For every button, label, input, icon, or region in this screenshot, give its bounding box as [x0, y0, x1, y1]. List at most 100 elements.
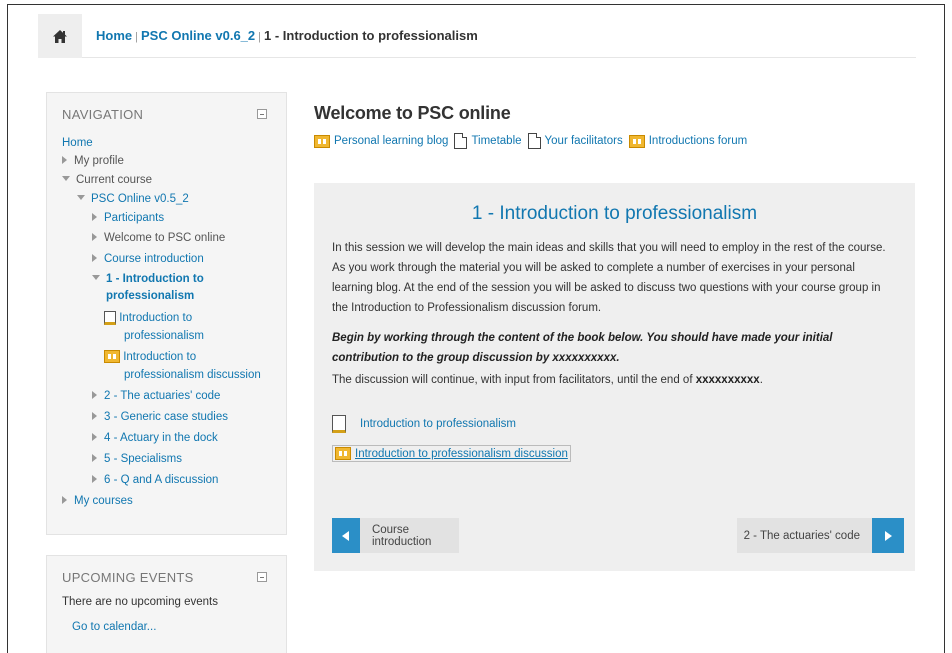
nav-item-forum[interactable]: Introduction to	[104, 349, 196, 365]
home-icon[interactable]	[38, 14, 82, 58]
upcoming-events-block: UPCOMING EVENTS There are no upcoming ev…	[46, 555, 287, 653]
activity-introductions-forum[interactable]: Introductions forum	[628, 134, 747, 148]
nav-item-my-courses[interactable]: My courses	[62, 493, 133, 509]
collapse-navigation-icon[interactable]	[257, 109, 267, 119]
activity-facilitators[interactable]: Your facilitators	[527, 133, 623, 149]
breadcrumb-separator: |	[258, 31, 262, 43]
activity-personal-blog[interactable]: Personal learning blog	[314, 134, 448, 148]
nav-section-6-link[interactable]: 6 - Q and A discussion	[104, 474, 218, 486]
activity-label[interactable]: Timetable	[471, 135, 521, 147]
activity-label[interactable]: Introductions forum	[649, 135, 747, 147]
section-note-date: xxxxxxxxxx	[695, 374, 760, 386]
nav-forum-link[interactable]: Introduction to	[123, 351, 196, 363]
expand-arrow-icon	[62, 495, 67, 504]
forum-activity[interactable]: Introduction to professionalism discussi…	[332, 445, 571, 462]
nav-item-forum-cont[interactable]: professionalism discussion	[124, 367, 261, 383]
book-icon	[332, 415, 346, 433]
forum-icon	[628, 134, 645, 148]
nav-item-section-4[interactable]: 4 - Actuary in the dock	[92, 430, 218, 446]
nav-section-1-label-cont[interactable]: professionalism	[106, 290, 194, 302]
collapse-events-icon[interactable]	[257, 572, 267, 582]
breadcrumb: Home | PSC Online v0.6_2 | 1 - Introduction …	[96, 28, 478, 43]
expand-arrow-icon	[92, 474, 97, 483]
nav-item-course-intro[interactable]: Course introduction	[92, 251, 204, 267]
page-title: Welcome to PSC online	[314, 103, 511, 123]
breadcrumb-current: 1 - Introduction to professionalism	[264, 28, 478, 43]
page-icon	[527, 133, 541, 149]
course-section: 1 - Introduction to professionalism In t…	[314, 183, 915, 571]
breadcrumb-bar: Home | PSC Online v0.6_2 | 1 - Introduction …	[38, 14, 916, 58]
upcoming-events-title: UPCOMING EVENTS	[62, 570, 194, 585]
nav-item-current-course[interactable]: Current course	[62, 172, 152, 188]
activity-label[interactable]: Your facilitators	[545, 135, 623, 147]
section-summary: In this session we will develop the main…	[332, 242, 886, 314]
nav-course-link[interactable]: PSC Online v0.5_2	[91, 193, 189, 205]
activity-timetable[interactable]: Timetable	[454, 133, 522, 149]
nav-my-courses-link[interactable]: My courses	[74, 495, 133, 507]
expand-arrow-icon	[92, 453, 97, 462]
book-activity[interactable]: Introduction to professionalism	[332, 415, 516, 433]
arrow-right-icon	[872, 518, 904, 553]
collapse-arrow-icon	[92, 275, 100, 281]
section-note-end: .	[759, 374, 763, 386]
nav-section-5-link[interactable]: 5 - Specialisms	[104, 453, 182, 465]
previous-section-button[interactable]: Course introduction	[332, 518, 459, 553]
nav-home-link[interactable]: Home	[62, 137, 93, 149]
book-activity-link[interactable]: Introduction to professionalism	[360, 418, 516, 430]
nav-item-participants[interactable]: Participants	[92, 210, 164, 226]
nav-welcome-label: Welcome to PSC online	[104, 232, 226, 244]
section-instructions: Begin by working through the content of …	[332, 332, 833, 364]
nav-item-course[interactable]: PSC Online v0.5_2	[77, 191, 189, 207]
nav-forum-link-cont[interactable]: professionalism discussion	[124, 369, 261, 381]
nav-section-2-link[interactable]: 2 - The actuaries' code	[104, 390, 220, 402]
breadcrumb-separator: |	[135, 31, 138, 43]
section-title: 1 - Introduction to professionalism	[471, 203, 758, 224]
nav-book-link[interactable]: Introduction to	[119, 312, 192, 324]
nav-current-course-label: Current course	[76, 174, 153, 186]
nav-section-1-label[interactable]: 1 - Introduction to	[106, 273, 204, 285]
next-section-label: 2 - The actuaries' code	[743, 529, 860, 542]
navigation-title: NAVIGATION	[62, 107, 144, 122]
forum-icon	[335, 447, 351, 460]
nav-item-section-5[interactable]: 5 - Specialisms	[92, 451, 182, 467]
nav-item-welcome[interactable]: Welcome to PSC online	[92, 230, 225, 246]
nav-item-home[interactable]: Home	[62, 135, 93, 151]
nav-item-section-1[interactable]: 1 - Introduction to	[92, 271, 204, 287]
section-note-text: The discussion will continue, with input…	[332, 374, 696, 386]
breadcrumb-course-link[interactable]: PSC Online v0.6_2	[141, 28, 255, 43]
nav-section-3-link[interactable]: 3 - Generic case studies	[104, 411, 228, 423]
nav-book-link-cont[interactable]: professionalism	[124, 330, 204, 342]
expand-arrow-icon	[92, 432, 97, 441]
breadcrumb-home-link[interactable]: Home	[96, 28, 132, 43]
collapse-arrow-icon	[62, 176, 70, 182]
nav-section-4-link[interactable]: 4 - Actuary in the dock	[104, 432, 218, 444]
nav-item-section-6[interactable]: 6 - Q and A discussion	[92, 472, 218, 488]
nav-course-intro-link[interactable]: Course introduction	[104, 253, 204, 265]
forum-icon	[104, 350, 120, 364]
nav-item-book-cont[interactable]: professionalism	[124, 328, 204, 344]
go-to-calendar-link[interactable]: Go to calendar...	[72, 621, 156, 633]
no-events-text: There are no upcoming events	[62, 596, 218, 608]
nav-item-my-profile[interactable]: My profile	[62, 153, 124, 169]
expand-arrow-icon	[62, 155, 67, 164]
activity-bar: Personal learning blog Timetable Your fa…	[314, 133, 753, 149]
activity-label[interactable]: Personal learning blog	[334, 135, 448, 147]
next-section-button[interactable]: 2 - The actuaries' code	[737, 518, 904, 553]
expand-arrow-icon	[92, 212, 97, 221]
book-icon	[104, 310, 116, 325]
section-note: The discussion will continue, with input…	[332, 374, 897, 386]
arrow-left-icon	[332, 518, 360, 553]
nav-item-book[interactable]: Introduction to	[104, 310, 192, 326]
forum-activity-link[interactable]: Introduction to professionalism discussi…	[355, 448, 568, 460]
page-icon	[454, 133, 468, 149]
collapse-arrow-icon	[77, 195, 85, 201]
nav-item-section-2[interactable]: 2 - The actuaries' code	[92, 388, 220, 404]
expand-arrow-icon	[92, 253, 97, 262]
expand-arrow-icon	[92, 390, 97, 399]
nav-item-section-3[interactable]: 3 - Generic case studies	[92, 409, 228, 425]
forum-icon	[314, 134, 330, 148]
nav-participants-link[interactable]: Participants	[104, 212, 164, 224]
nav-item-section-1-cont[interactable]: professionalism	[106, 288, 194, 304]
expand-arrow-icon	[92, 232, 97, 241]
nav-my-profile-label: My profile	[74, 155, 124, 167]
